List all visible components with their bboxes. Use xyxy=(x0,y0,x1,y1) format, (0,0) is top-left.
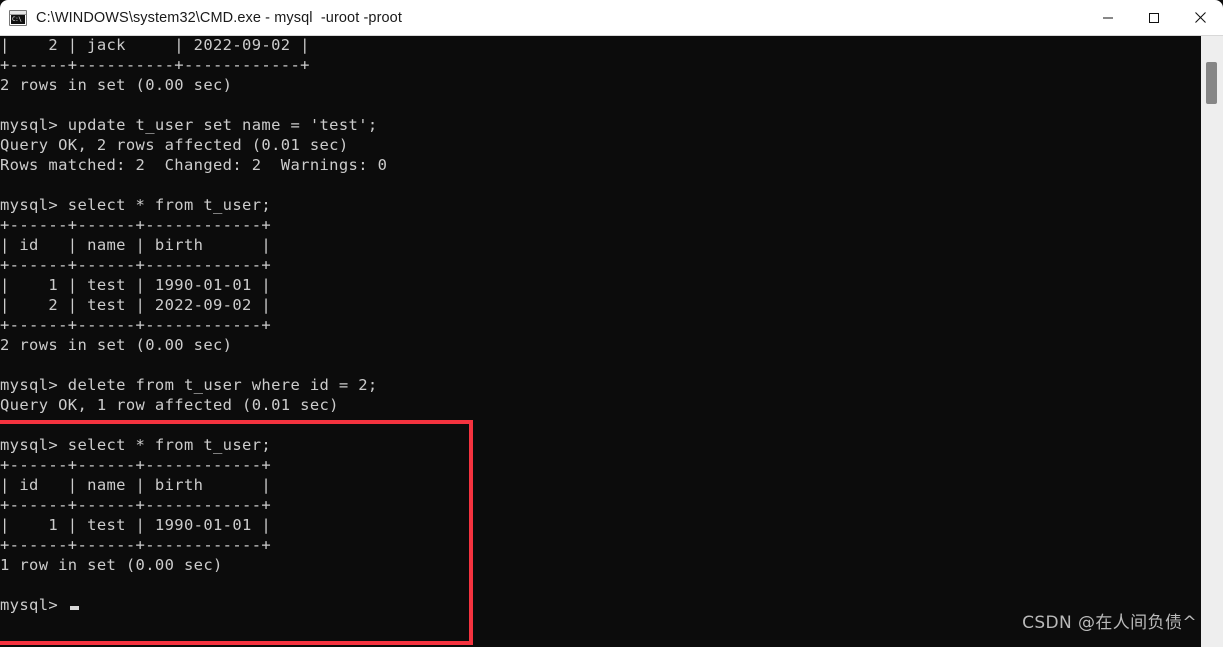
terminal-line: | 2 | test | 2022-09-02 | xyxy=(0,296,272,314)
terminal-line: | id | name | birth | xyxy=(0,476,272,494)
terminal-line: +------+------+------------+ xyxy=(0,456,272,474)
terminal-output: | 1 | zhangsan | 1990-01-01 || 2 | jack … xyxy=(0,36,387,615)
terminal-surface[interactable]: | 1 | zhangsan | 1990-01-01 || 2 | jack … xyxy=(0,36,1223,647)
terminal-line: 2 rows in set (0.00 sec) xyxy=(0,336,233,354)
terminal-line: mysql> select * from t_user; xyxy=(0,196,272,214)
terminal-line: mysql> delete from t_user where id = 2; xyxy=(0,376,378,394)
window-controls xyxy=(1085,0,1223,36)
cmd-icon-label: C:\ xyxy=(11,14,25,24)
terminal-line: Query OK, 2 rows affected (0.01 sec) xyxy=(0,136,349,154)
cmd-window: C:\ C:\WINDOWS\system32\CMD.exe - mysql … xyxy=(0,0,1223,647)
scrollbar-thumb[interactable] xyxy=(1206,62,1217,104)
window-title: C:\WINDOWS\system32\CMD.exe - mysql -uro… xyxy=(36,9,402,26)
maximize-button[interactable] xyxy=(1131,0,1177,36)
terminal-line: Rows matched: 2 Changed: 2 Warnings: 0 xyxy=(0,156,388,174)
terminal-scrollbar[interactable] xyxy=(1201,36,1223,647)
terminal-line: +------+------+------------+ xyxy=(0,496,272,514)
terminal-line: +------+------+------------+ xyxy=(0,216,272,234)
terminal-line: +------+------+------------+ xyxy=(0,316,272,334)
terminal-line: | 2 | jack | 2022-09-02 | xyxy=(0,36,310,54)
minimize-button[interactable] xyxy=(1085,0,1131,36)
prompt-text: mysql> xyxy=(0,596,68,614)
title-bar[interactable]: C:\ C:\WINDOWS\system32\CMD.exe - mysql … xyxy=(0,0,1223,36)
close-button[interactable] xyxy=(1177,0,1223,36)
csdn-watermark: CSDN @在人间负债^ xyxy=(1022,613,1197,633)
terminal-prompt-line: mysql> xyxy=(0,595,387,615)
text-cursor xyxy=(69,606,79,610)
terminal-line: Query OK, 1 row affected (0.01 sec) xyxy=(0,396,339,414)
terminal-line: | 1 | test | 1990-01-01 | xyxy=(0,276,272,294)
terminal-line: +------+----------+------------+ xyxy=(0,56,310,74)
terminal-line: | 1 | test | 1990-01-01 | xyxy=(0,516,272,534)
terminal-line: | id | name | birth | xyxy=(0,236,272,254)
cmd-app-icon: C:\ xyxy=(9,9,27,26)
terminal-line: 1 row in set (0.00 sec) xyxy=(0,556,223,574)
terminal-line: mysql> select * from t_user; xyxy=(0,436,272,454)
terminal-line: +------+------+------------+ xyxy=(0,536,272,554)
terminal-line: +------+------+------------+ xyxy=(0,256,272,274)
terminal-line: mysql> update t_user set name = 'test'; xyxy=(0,116,378,134)
terminal-line: 2 rows in set (0.00 sec) xyxy=(0,76,233,94)
